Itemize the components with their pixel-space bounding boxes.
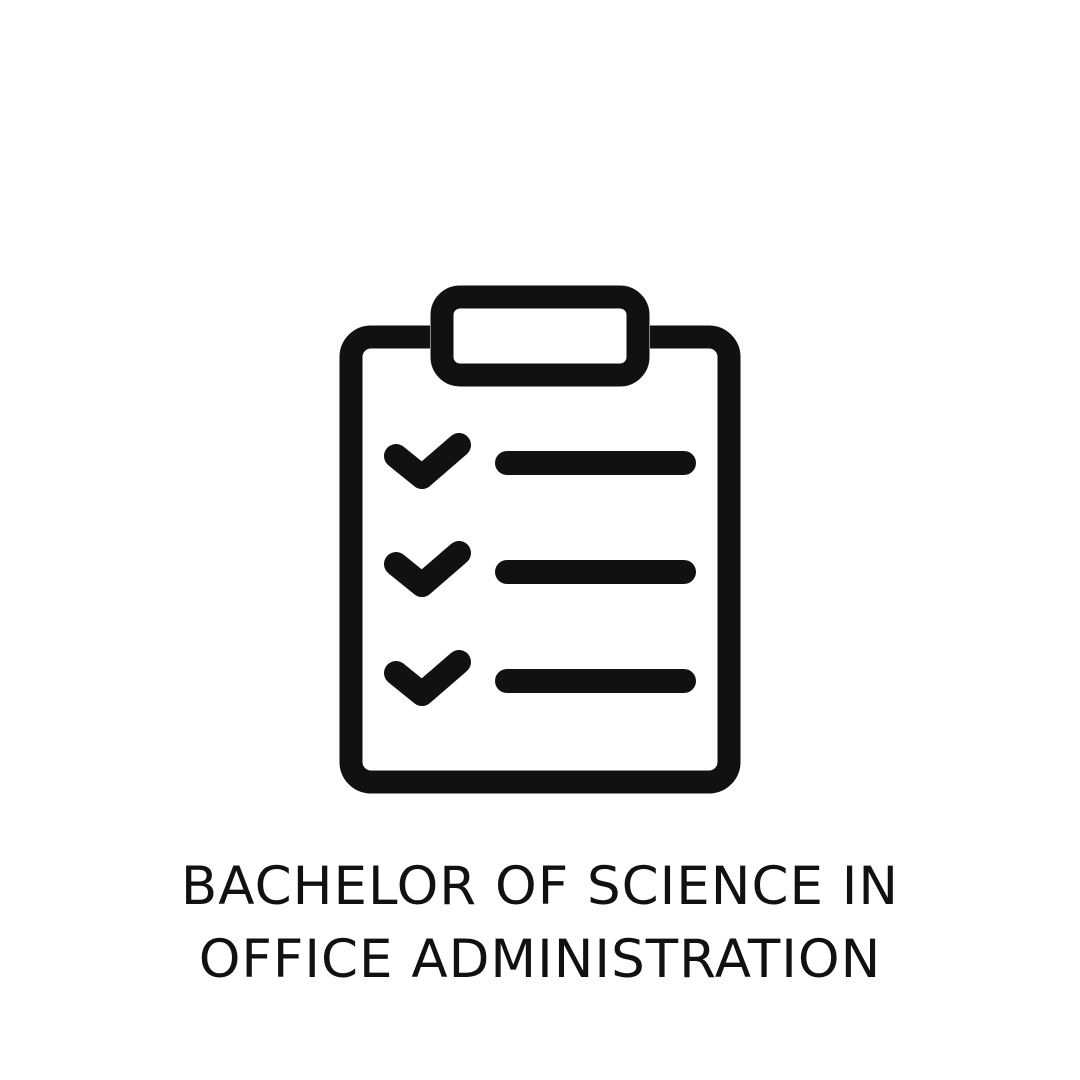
program-title: BACHELOR OF SCIENCE IN OFFICE ADMINISTRA… xyxy=(0,850,1080,996)
clipboard-svg xyxy=(339,285,741,794)
program-title-line-2: OFFICE ADMINISTRATION xyxy=(198,929,882,990)
checkmark-icon xyxy=(384,541,471,597)
page-canvas: BACHELOR OF SCIENCE IN OFFICE ADMINISTRA… xyxy=(0,0,1080,1080)
program-title-line-1: BACHELOR OF SCIENCE IN xyxy=(180,856,900,917)
clipboard-checklist-icon xyxy=(0,0,1080,820)
clipboard-clip xyxy=(430,285,650,387)
checkmark-icon xyxy=(384,433,471,489)
checkmark-icon xyxy=(384,650,471,706)
